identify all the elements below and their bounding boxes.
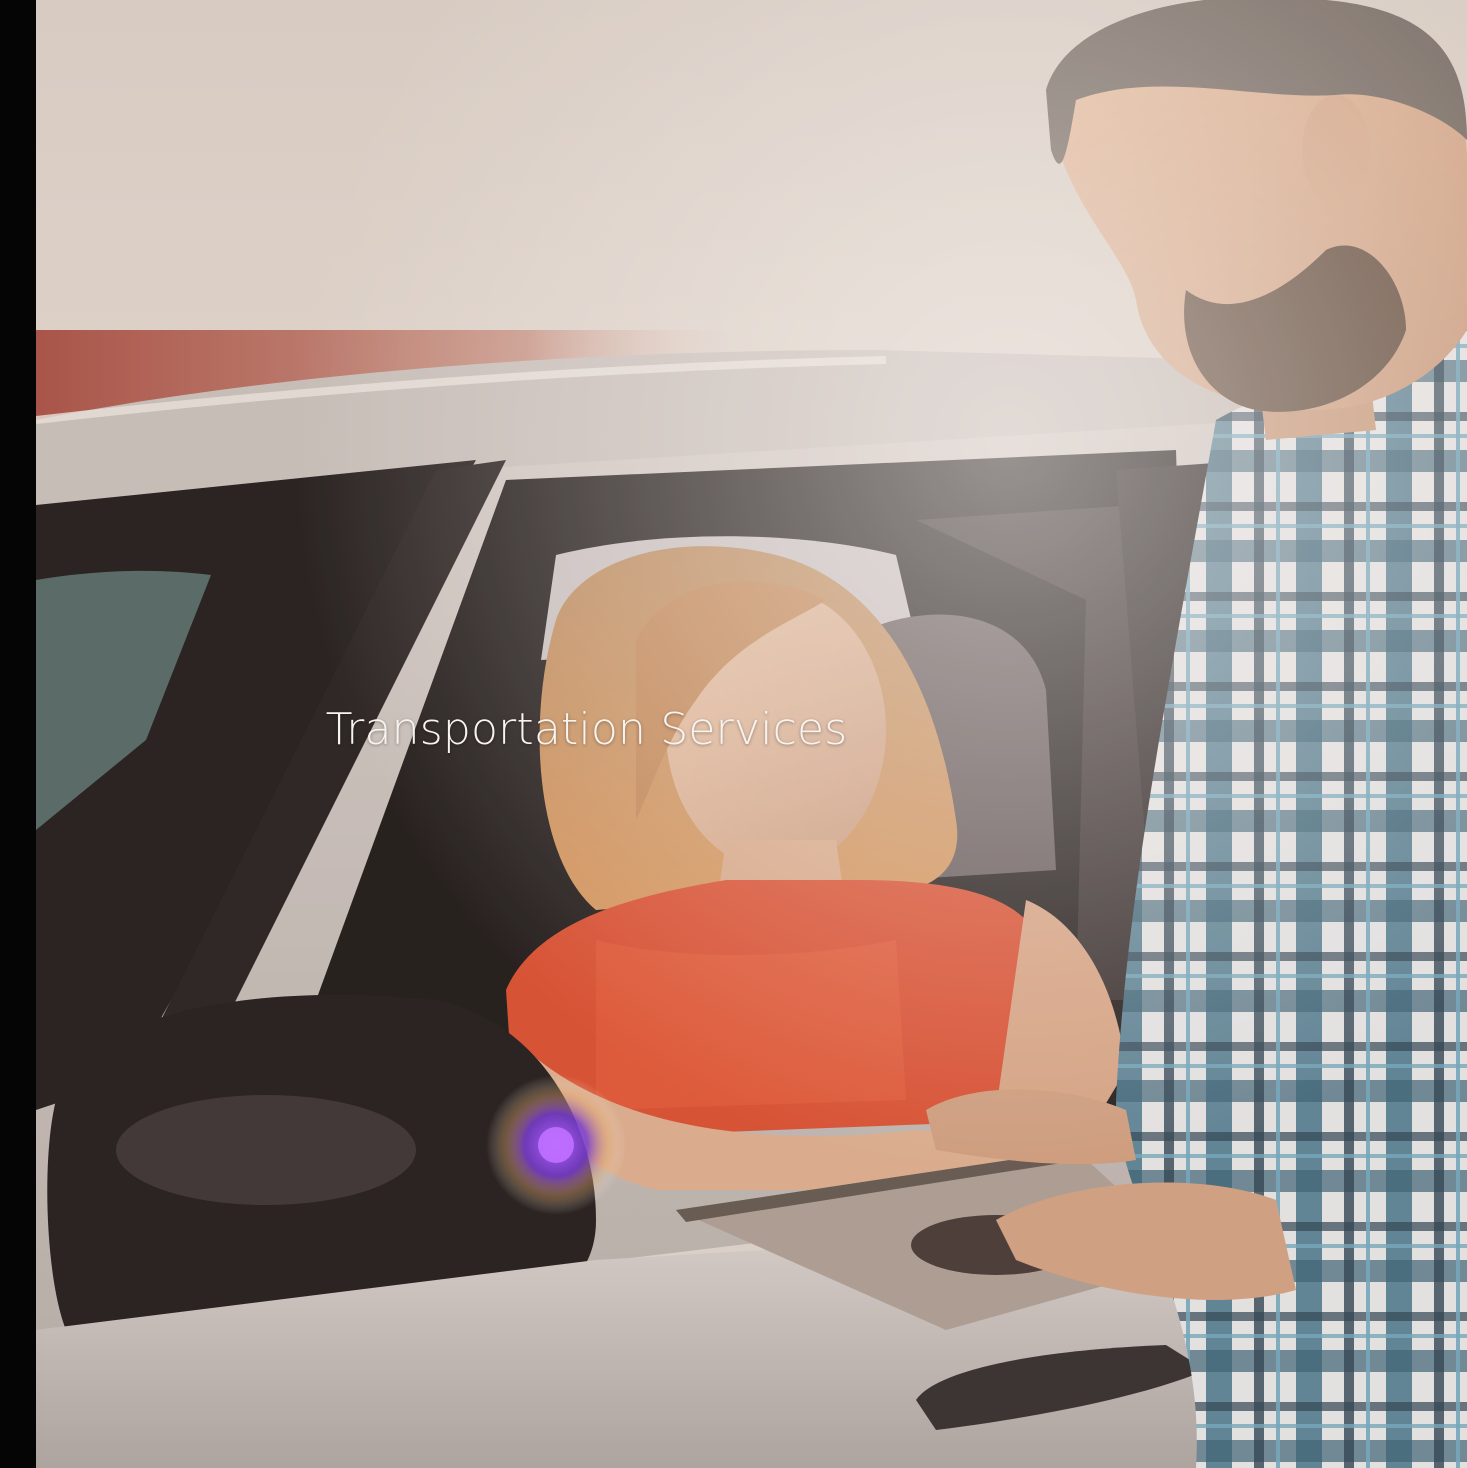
screen: Transportation Services: [0, 0, 1467, 1468]
banner-title: Transportation Services: [325, 704, 848, 755]
